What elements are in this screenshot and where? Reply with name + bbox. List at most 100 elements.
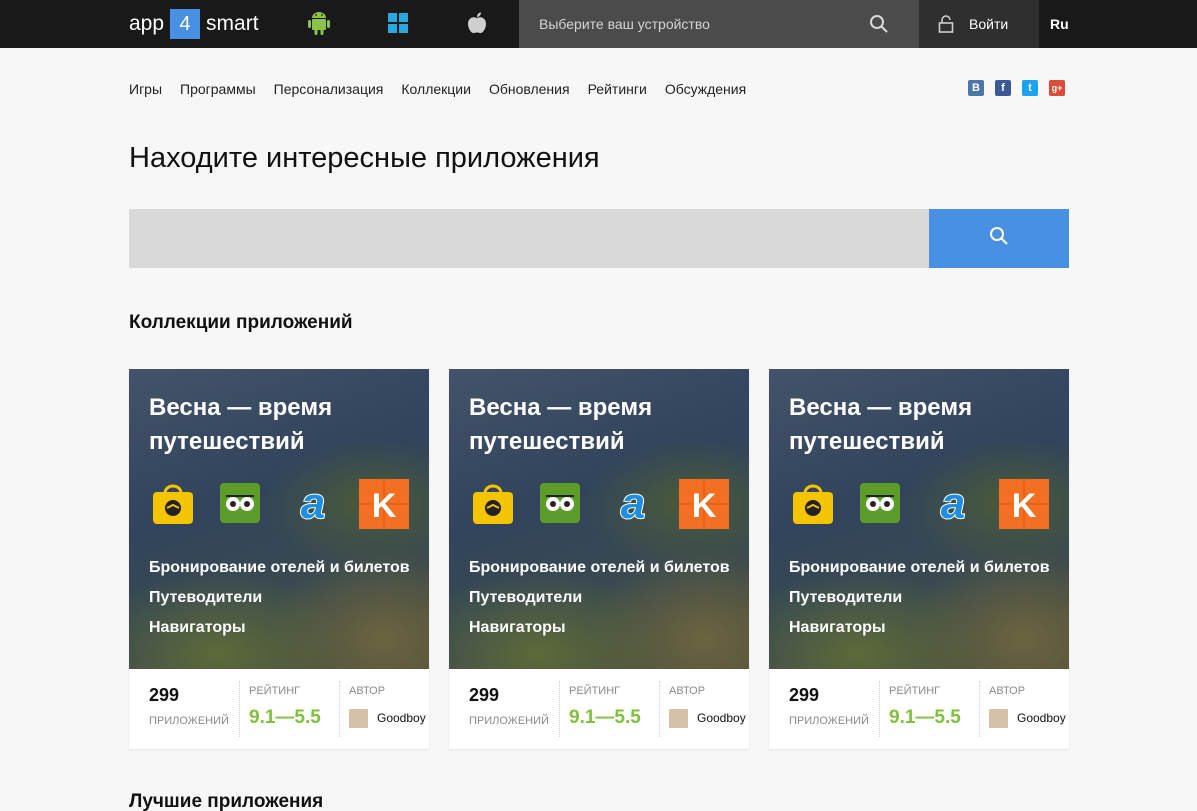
aviasales-app-icon: a <box>620 481 646 525</box>
svg-text:a: a <box>621 481 645 525</box>
booking-app-icon <box>793 484 833 524</box>
device-selector-label: Выберите ваш устройство <box>539 16 710 32</box>
collection-card[interactable]: Весна — время путешествий a K Бронирован… <box>449 369 749 749</box>
rating-value: 9.1—5.5 <box>249 707 321 728</box>
apps-count-label: ПРИЛОЖЕНИЙ <box>149 715 229 727</box>
login-label: Войти <box>969 16 1009 32</box>
app-icons: a K <box>791 479 1053 529</box>
google-plus-icon[interactable]: g+ <box>1049 80 1065 96</box>
nav-item-updates[interactable]: Обновления <box>489 81 570 97</box>
social-links: B f t g+ <box>968 80 1076 96</box>
collection-card[interactable]: Весна — время путешествий a K Бронирован… <box>769 369 1069 749</box>
divider <box>659 681 660 737</box>
avatar <box>669 709 688 728</box>
logo-number: 4 <box>170 9 201 39</box>
rating-label: РЕЙТИНГ <box>569 685 621 697</box>
nav-item-programs[interactable]: Программы <box>180 81 256 97</box>
collection-category: Бронирование отелей и билетов <box>469 559 730 576</box>
nav-item-ratings[interactable]: Рейтинги <box>588 81 647 97</box>
author-name[interactable]: Goodboy <box>377 711 426 725</box>
divider <box>879 681 880 737</box>
main-nav: Игры Программы Персонализация Коллекции … <box>129 81 764 97</box>
author-name[interactable]: Goodboy <box>697 711 746 725</box>
best-apps-heading: Лучшие приложения <box>129 791 324 811</box>
device-selector[interactable]: Выберите ваш устройство <box>519 0 919 48</box>
logo[interactable]: app 4 smart <box>129 9 259 39</box>
collections-heading: Коллекции приложений <box>129 312 353 333</box>
collection-title: Весна — время путешествий <box>789 394 973 455</box>
divider <box>339 681 340 737</box>
rating-label: РЕЙТИНГ <box>889 685 941 697</box>
divider <box>559 681 560 737</box>
avatar <box>349 709 368 728</box>
collection-title: Весна — время путешествий <box>149 394 333 455</box>
collection-card-footer: 299 ПРИЛОЖЕНИЙ РЕЙТИНГ 9.1—5.5 АВТОР Goo… <box>769 669 1069 749</box>
svg-text:K: K <box>372 487 397 525</box>
top-bar: app 4 smart Выберите ваш устройство Войт… <box>0 0 1197 48</box>
search-button[interactable] <box>929 209 1069 268</box>
avatar <box>989 709 1008 728</box>
rating-value: 9.1—5.5 <box>569 707 641 728</box>
vk-icon[interactable]: B <box>968 80 984 96</box>
apps-count: 299 <box>149 685 180 705</box>
nav-item-personalization[interactable]: Персонализация <box>274 81 384 97</box>
app-icons: a K <box>471 479 733 529</box>
svg-text:a: a <box>941 481 965 525</box>
app-icons: a K <box>151 479 413 529</box>
aviasales-app-icon: a <box>940 481 966 525</box>
collection-category: Навигаторы <box>469 619 566 636</box>
apple-icon[interactable] <box>465 10 489 36</box>
author-label: АВТОР <box>989 685 1026 697</box>
collection-card-footer: 299 ПРИЛОЖЕНИЙ РЕЙТИНГ 9.1—5.5 АВТОР Goo… <box>129 669 429 749</box>
search-icon <box>869 14 889 39</box>
collection-category: Бронирование отелей и билетов <box>149 559 410 576</box>
search-icon <box>989 226 1009 251</box>
kayak-app-icon: K <box>999 479 1049 529</box>
login-button[interactable]: Войти <box>919 0 1039 48</box>
collection-card-image: Весна — время путешествий a K Бронирован… <box>769 369 1069 669</box>
collection-category: Навигаторы <box>149 619 246 636</box>
language-selector[interactable]: Ru <box>1050 16 1069 32</box>
facebook-icon[interactable]: f <box>995 80 1011 96</box>
windows-icon[interactable] <box>386 10 410 36</box>
svg-text:a: a <box>301 481 325 525</box>
logo-left: app <box>129 12 165 35</box>
nav-item-games[interactable]: Игры <box>129 81 162 97</box>
kayak-app-icon: K <box>679 479 729 529</box>
aviasales-app-icon: a <box>300 481 326 525</box>
collection-categories: Бронирование отелей и билетов Путеводите… <box>469 557 730 647</box>
svg-text:K: K <box>1012 487 1037 525</box>
tripadvisor-app-icon <box>220 483 260 523</box>
author-label: АВТОР <box>669 685 706 697</box>
logo-right: smart <box>206 12 259 35</box>
nav-item-discussions[interactable]: Обсуждения <box>665 81 746 97</box>
nav-item-collections[interactable]: Коллекции <box>401 81 471 97</box>
collection-category: Путеводители <box>789 589 903 606</box>
booking-app-icon <box>153 484 193 524</box>
rating-value: 9.1—5.5 <box>889 707 961 728</box>
collection-card[interactable]: Весна — время путешествий a K Бронирован… <box>129 369 429 749</box>
collection-categories: Бронирование отелей и билетов Путеводите… <box>149 557 410 647</box>
tripadvisor-app-icon <box>860 483 900 523</box>
author-label: АВТОР <box>349 685 386 697</box>
author-name[interactable]: Goodboy <box>1017 711 1066 725</box>
svg-text:K: K <box>692 487 717 525</box>
tripadvisor-app-icon <box>540 483 580 523</box>
android-icon[interactable] <box>307 10 331 36</box>
collection-card-footer: 299 ПРИЛОЖЕНИЙ РЕЙТИНГ 9.1—5.5 АВТОР Goo… <box>449 669 749 749</box>
kayak-app-icon: K <box>359 479 409 529</box>
collection-card-image: Весна — время путешествий a K Бронирован… <box>449 369 749 669</box>
collection-card-image: Весна — время путешествий a K Бронирован… <box>129 369 429 669</box>
collection-category: Навигаторы <box>789 619 886 636</box>
divider <box>979 681 980 737</box>
collection-category: Путеводители <box>149 589 263 606</box>
collection-category: Бронирование отелей и билетов <box>789 559 1050 576</box>
twitter-icon[interactable]: t <box>1022 80 1038 96</box>
apps-count-label: ПРИЛОЖЕНИЙ <box>469 715 549 727</box>
lock-icon <box>938 15 954 38</box>
rating-label: РЕЙТИНГ <box>249 685 301 697</box>
search-input[interactable] <box>129 209 929 268</box>
apps-count: 299 <box>469 685 500 705</box>
collection-category: Путеводители <box>469 589 583 606</box>
collection-title: Весна — время путешествий <box>469 394 653 455</box>
